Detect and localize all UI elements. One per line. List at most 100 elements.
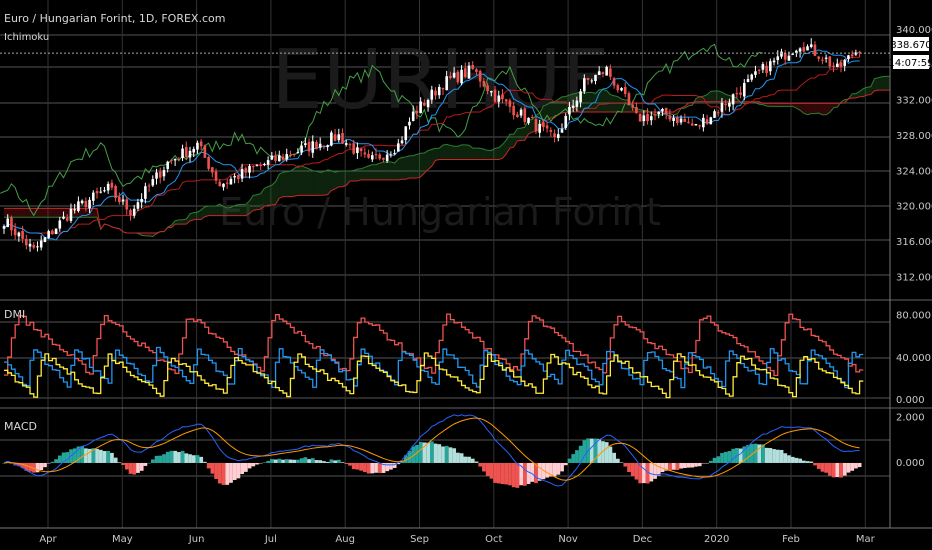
candle-body bbox=[445, 76, 448, 91]
candle-body bbox=[705, 119, 709, 124]
macd-histogram-bar bbox=[508, 462, 512, 486]
candle-body bbox=[77, 201, 80, 212]
dmi-tick-label: 0.000 bbox=[896, 395, 925, 406]
candle-body bbox=[530, 117, 534, 119]
macd-histogram-bar bbox=[790, 456, 795, 463]
candle-body bbox=[118, 196, 121, 203]
candle-body bbox=[114, 185, 117, 198]
candle-body bbox=[199, 141, 203, 147]
macd-histogram-bar bbox=[329, 459, 334, 463]
cloud-segment bbox=[234, 204, 239, 216]
cloud-segment bbox=[56, 208, 60, 218]
candle-body bbox=[728, 102, 731, 107]
candle-body bbox=[125, 199, 129, 210]
macd-histogram-bar bbox=[359, 462, 364, 471]
macd-histogram-bar bbox=[560, 462, 564, 472]
candle-body bbox=[270, 155, 274, 160]
candle-body bbox=[843, 60, 847, 66]
macd-histogram-bar bbox=[805, 461, 810, 463]
macd-label[interactable]: MACD bbox=[4, 420, 37, 433]
macd-histogram-bar bbox=[262, 462, 267, 463]
macd-histogram-bar bbox=[828, 462, 832, 476]
macd-histogram-bar bbox=[337, 459, 341, 463]
candle-body bbox=[73, 209, 76, 211]
macd-histogram-bar bbox=[623, 462, 628, 467]
trading-chart[interactable]: EURHUF Euro / Hungarian Forint 340.00033… bbox=[0, 0, 932, 550]
candle-body bbox=[382, 157, 385, 160]
candle-body bbox=[586, 78, 590, 81]
macd-histogram-bar bbox=[277, 458, 282, 463]
macd-histogram-bar bbox=[270, 459, 274, 463]
candle-body bbox=[463, 68, 467, 77]
cloud-segment bbox=[85, 208, 90, 218]
macd-histogram-bar bbox=[783, 453, 788, 463]
candle-body bbox=[341, 132, 344, 144]
cloud-segment bbox=[376, 163, 380, 180]
macd-histogram-bar bbox=[217, 462, 222, 484]
macd-histogram-bar bbox=[437, 444, 442, 463]
macd-histogram-bar bbox=[310, 458, 315, 463]
candle-body bbox=[661, 108, 664, 112]
candle-body bbox=[690, 123, 694, 126]
macd-histogram-bar bbox=[846, 462, 851, 473]
candle-body bbox=[277, 155, 281, 162]
macd-histogram-bar bbox=[642, 462, 646, 484]
candle-body bbox=[657, 111, 661, 115]
time-tick-label: Feb bbox=[782, 534, 800, 545]
cloud-segment bbox=[867, 86, 871, 96]
ichimoku-label[interactable]: Ichimoku bbox=[4, 32, 49, 43]
candle-body bbox=[144, 186, 147, 199]
cloud-segment bbox=[52, 208, 57, 218]
candle-body bbox=[170, 160, 173, 162]
macd-histogram-bar bbox=[854, 462, 858, 469]
macd-histogram-bar bbox=[775, 449, 780, 463]
candle-body bbox=[542, 122, 545, 128]
macd-histogram-bar bbox=[441, 446, 445, 463]
cloud-segment bbox=[852, 93, 856, 98]
candle-body bbox=[720, 102, 724, 112]
candle-body bbox=[17, 232, 21, 237]
dmi-label[interactable]: DMI bbox=[4, 308, 25, 321]
time-tick-label: Oct bbox=[485, 534, 502, 545]
candle-body bbox=[471, 64, 475, 69]
candle-body bbox=[649, 116, 653, 121]
candle-body bbox=[95, 191, 99, 194]
candle-body bbox=[192, 148, 196, 153]
macd-histogram-bar bbox=[835, 462, 840, 478]
macd-histogram-bar bbox=[110, 452, 114, 463]
macd-histogram-bar bbox=[552, 462, 557, 477]
candle-body bbox=[296, 152, 300, 154]
macd-histogram-bar bbox=[530, 462, 535, 482]
macd-histogram-bar bbox=[493, 462, 497, 483]
macd-histogram-bar bbox=[616, 458, 620, 463]
candle-body bbox=[13, 228, 17, 236]
macd-histogram-bar bbox=[203, 461, 207, 463]
cloud-segment bbox=[472, 148, 477, 160]
time-tick-label: Aug bbox=[335, 534, 355, 545]
cloud-segment bbox=[294, 166, 298, 197]
candle-body bbox=[579, 91, 582, 103]
macd-histogram-bar bbox=[723, 451, 728, 463]
cloud-segment bbox=[242, 204, 246, 216]
candle-body bbox=[434, 90, 437, 96]
candle-body bbox=[490, 91, 493, 93]
candle-body bbox=[415, 110, 419, 114]
macd-histogram-bar bbox=[731, 448, 736, 463]
cloud-segment bbox=[93, 208, 97, 218]
macd-histogram-bar bbox=[132, 462, 137, 475]
macd-tick-label: 2.000 bbox=[896, 413, 925, 424]
cloud-segment bbox=[22, 208, 27, 218]
candle-body bbox=[754, 71, 757, 75]
macd-histogram-bar bbox=[467, 456, 471, 463]
cloud-segment bbox=[4, 208, 8, 218]
candle-body bbox=[326, 145, 329, 147]
candle-body bbox=[824, 57, 828, 59]
price-tick-label: 316.000 bbox=[896, 237, 932, 248]
macd-histogram-bar bbox=[143, 462, 148, 466]
candle-body bbox=[556, 134, 560, 138]
cloud-segment bbox=[435, 148, 440, 161]
macd-histogram-bar bbox=[709, 460, 713, 463]
candle-body bbox=[69, 208, 73, 221]
candle-body bbox=[397, 143, 400, 152]
candle-body bbox=[80, 200, 84, 204]
